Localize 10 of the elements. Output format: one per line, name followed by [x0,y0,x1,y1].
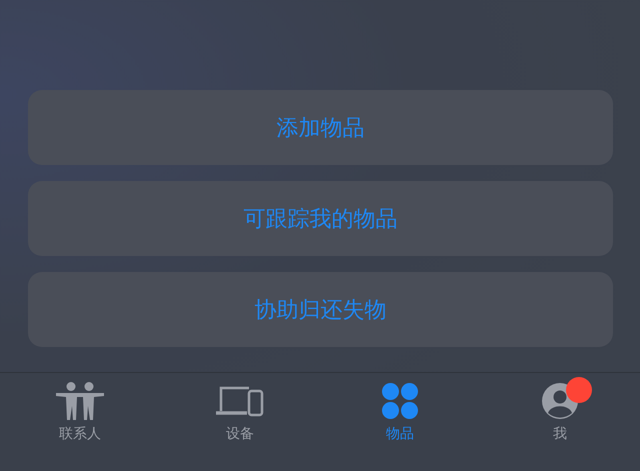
tab[interactable]: 设备 [160,373,320,471]
tab[interactable]: 我 [480,373,640,471]
tab[interactable]: 联系人 [0,373,160,471]
people-icon [56,382,104,420]
action-button[interactable]: 可跟踪我的物品 [28,181,613,256]
grid-dots-icon [382,383,418,419]
action-button[interactable]: 添加物品 [28,90,613,165]
action-button[interactable]: 协助归还失物 [28,272,613,347]
laptop-phone-icon [216,385,264,417]
tab[interactable]: 物品 [320,373,480,471]
